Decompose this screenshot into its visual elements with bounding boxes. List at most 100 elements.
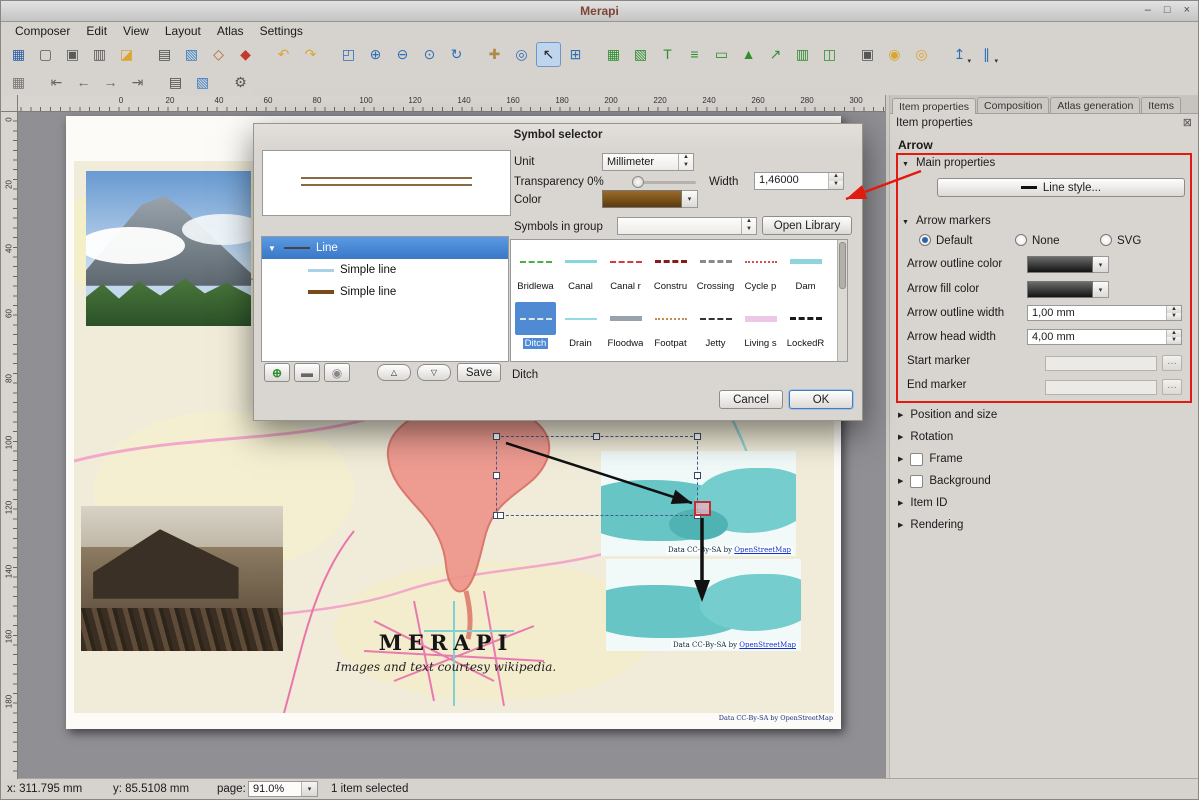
zoom-in-icon[interactable]: ⊕ xyxy=(363,42,388,67)
export-atlas-icon[interactable]: ▧ xyxy=(190,70,215,95)
next-feature-icon[interactable]: → xyxy=(98,70,123,95)
separator[interactable] xyxy=(471,42,480,67)
symbol-dam[interactable]: Dam xyxy=(783,242,828,299)
separator[interactable] xyxy=(325,42,334,67)
section-item-id[interactable]: Item ID xyxy=(898,492,1190,514)
symbol-bridleway[interactable]: Bridlewa xyxy=(513,242,558,299)
export-as-image-icon[interactable]: ▧ xyxy=(179,42,204,67)
expand-down-button[interactable]: ▽ xyxy=(417,364,451,381)
add-image-icon[interactable]: ▧ xyxy=(628,42,653,67)
zoom-actual-icon[interactable]: ⊙ xyxy=(417,42,442,67)
new-composition-icon[interactable]: ▢ xyxy=(33,42,58,67)
start-marker-field[interactable] xyxy=(1045,356,1157,371)
separator[interactable] xyxy=(936,42,945,67)
select-move-item-icon[interactable]: ↖ xyxy=(536,42,561,67)
spinner-arrows[interactable]: ▲▼ xyxy=(828,173,843,189)
spinner-arrows[interactable]: ▲▼ xyxy=(1166,330,1181,344)
separator[interactable] xyxy=(217,70,226,95)
add-symbol-button[interactable]: ⊕ xyxy=(264,363,290,382)
menu-atlas[interactable]: Atlas xyxy=(209,23,252,39)
radio-icon[interactable] xyxy=(1015,234,1027,246)
atlas-settings-icon[interactable]: ⚙ xyxy=(228,70,253,95)
symbol-crossing[interactable]: Crossing xyxy=(693,242,738,299)
selection-handle[interactable] xyxy=(493,433,500,440)
arrow-fill-color-button[interactable]: ▾ xyxy=(1027,281,1109,298)
slider-knob[interactable] xyxy=(632,176,644,188)
save-symbol-button[interactable]: Save xyxy=(457,363,501,382)
add-new-scalebar-icon[interactable]: ▭ xyxy=(709,42,734,67)
transparency-slider[interactable] xyxy=(632,181,696,184)
chevron-down-icon[interactable]: ▾ xyxy=(967,57,971,65)
panel-close-icon[interactable]: ⊠ xyxy=(1183,116,1192,129)
symbol-canal-r[interactable]: Canal r xyxy=(603,242,648,299)
line-style-button[interactable]: Line style... xyxy=(937,178,1185,197)
symbol-floodwall[interactable]: Floodwa xyxy=(603,299,648,356)
close-button[interactable]: × xyxy=(1184,4,1190,16)
main-properties-header[interactable]: Main properties xyxy=(902,157,995,169)
menu-settings[interactable]: Settings xyxy=(252,23,311,39)
checkbox[interactable] xyxy=(910,475,923,488)
symbol-group-select[interactable]: ▲▼ xyxy=(617,217,757,235)
add-html-frame-icon[interactable]: ◫ xyxy=(817,42,842,67)
chevron-down-icon[interactable]: ▲▼ xyxy=(741,218,756,234)
save-project-icon[interactable]: ▦ xyxy=(6,42,31,67)
section-position-and-size[interactable]: Position and size xyxy=(898,404,1190,426)
chevron-down-icon[interactable]: ▾ xyxy=(1093,256,1109,273)
symbol-cycle-path[interactable]: Cycle p xyxy=(738,242,783,299)
selection-rectangle[interactable] xyxy=(496,436,698,516)
checkbox[interactable] xyxy=(910,453,923,466)
redo-icon[interactable]: ↷ xyxy=(298,42,323,67)
selection-handle[interactable] xyxy=(694,433,701,440)
symbol-footpath[interactable]: Footpat xyxy=(648,299,693,356)
symbol-ditch[interactable]: Ditch xyxy=(513,299,558,356)
print-atlas-icon[interactable]: ▤ xyxy=(163,70,188,95)
symbol-jetty[interactable]: Jetty xyxy=(693,299,738,356)
menu-edit[interactable]: Edit xyxy=(78,23,115,39)
selection-handle[interactable] xyxy=(497,512,504,519)
tree-item-simple-line-2[interactable]: Simple line xyxy=(262,281,508,303)
symbol-drain[interactable]: Drain xyxy=(558,299,603,356)
unit-select[interactable]: Millimeter ▲▼ xyxy=(602,153,694,171)
radio-icon[interactable] xyxy=(919,234,931,246)
section-background[interactable]: Background xyxy=(898,470,1190,492)
previous-feature-icon[interactable]: ← xyxy=(71,70,96,95)
raise-selected-items-icon[interactable]: ↥ ▾ xyxy=(947,42,972,67)
menu-view[interactable]: View xyxy=(115,23,157,39)
group-items-icon[interactable]: ▣ xyxy=(855,42,880,67)
add-attribute-table-icon[interactable]: ▥ xyxy=(790,42,815,67)
symbol-living-street[interactable]: Living s xyxy=(738,299,783,356)
duplicate-composition-icon[interactable]: ▣ xyxy=(60,42,85,67)
style-manager-button[interactable]: ▬ xyxy=(294,363,320,382)
add-new-label-icon[interactable]: T xyxy=(655,42,680,67)
map-title[interactable]: MERAPI xyxy=(316,630,576,655)
selection-handle[interactable] xyxy=(593,433,600,440)
section-rendering[interactable]: Rendering xyxy=(898,514,1190,536)
cancel-button[interactable]: Cancel xyxy=(719,390,783,409)
chevron-down-icon[interactable]: ▾ xyxy=(1093,281,1109,298)
radio-none[interactable]: None xyxy=(1015,234,1060,247)
load-from-template-icon[interactable]: ◪ xyxy=(114,42,139,67)
add-basic-shape-icon[interactable]: ▲ xyxy=(736,42,761,67)
open-library-button[interactable]: Open Library xyxy=(762,216,852,235)
add-new-map-icon[interactable]: ▦ xyxy=(601,42,626,67)
separator[interactable] xyxy=(260,42,269,67)
tab-composition[interactable]: Composition xyxy=(977,97,1049,113)
atlas-preview-icon[interactable]: ▦ xyxy=(6,70,31,95)
start-marker-browse-button[interactable]: … xyxy=(1162,355,1182,371)
scrollbar-thumb[interactable] xyxy=(839,242,846,289)
spinner-arrows[interactable]: ▲▼ xyxy=(678,154,693,170)
map-caption[interactable]: Images and text courtesy wikipedia. xyxy=(246,660,646,674)
tree-item-simple-line-1[interactable]: Simple line xyxy=(262,259,508,281)
zoom-out-icon[interactable]: ⊖ xyxy=(390,42,415,67)
section-frame[interactable]: Frame xyxy=(898,448,1190,470)
print-icon[interactable]: ▤ xyxy=(152,42,177,67)
arrow-head-width-input[interactable]: 4,00 mm ▲▼ xyxy=(1027,329,1182,345)
tree-item-line[interactable]: ▼ Line xyxy=(262,237,508,259)
maximize-button[interactable]: □ xyxy=(1164,4,1171,16)
zoom-level-select[interactable]: 91.0% ▾ xyxy=(248,781,318,797)
tab-atlas-generation[interactable]: Atlas generation xyxy=(1050,97,1140,113)
zoom-full-icon[interactable]: ◰ xyxy=(336,42,361,67)
selection-handle[interactable] xyxy=(493,472,500,479)
export-as-svg-icon[interactable]: ◇ xyxy=(206,42,231,67)
color-button[interactable]: ▾ xyxy=(602,190,698,208)
